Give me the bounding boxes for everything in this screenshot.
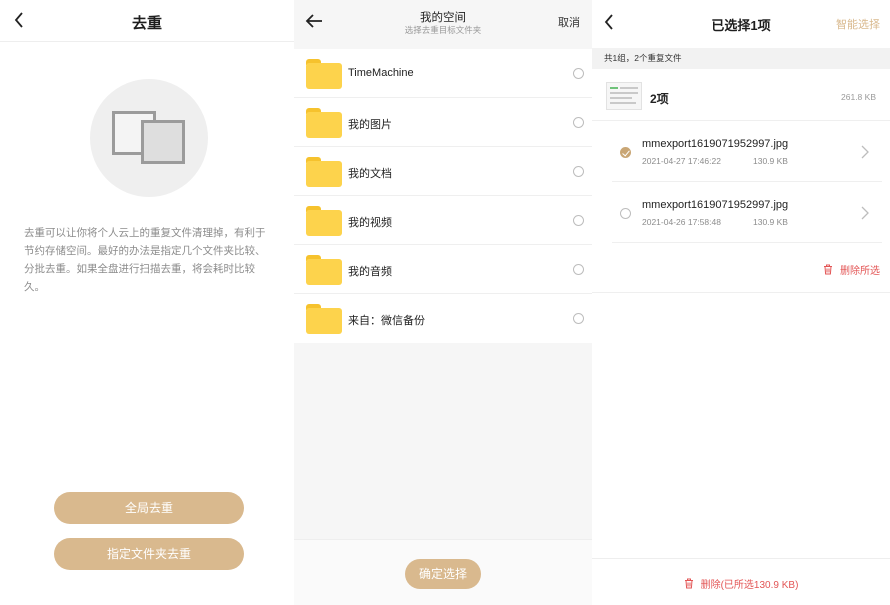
folder-list: TimeMachine 我的图片 我的文档 我的视频 我的音频 来自：微信备份 xyxy=(294,49,592,343)
folder-name: 我的图片 xyxy=(348,119,392,131)
folder-icon xyxy=(306,59,342,89)
folder-icon xyxy=(306,304,342,334)
folder-icon xyxy=(306,108,342,138)
cancel-button[interactable]: 取消 xyxy=(558,14,580,30)
global-dedup-button[interactable]: 全局去重 xyxy=(54,492,244,524)
folder-name: TimeMachine xyxy=(348,67,414,79)
delete-bottom-button[interactable]: 删除(已所选130.9 KB) xyxy=(592,576,890,591)
bottom-bar: 删除(已所选130.9 KB) xyxy=(592,558,890,605)
folder-row[interactable]: TimeMachine xyxy=(294,49,592,98)
confirm-selection-button[interactable]: 确定选择 xyxy=(405,559,481,589)
folder-name: 来自：微信备份 xyxy=(348,315,425,327)
group-size: 261.8 KB xyxy=(841,92,876,102)
delete-selected-label: 删除所选 xyxy=(840,266,880,277)
radio-button[interactable] xyxy=(573,313,584,324)
radio-button[interactable] xyxy=(573,215,584,226)
image-thumbnail xyxy=(606,82,642,110)
folder-row[interactable]: 我的音频 xyxy=(294,245,592,294)
folder-icon xyxy=(306,157,342,187)
duplicate-group-row[interactable]: 2项 261.8 KB xyxy=(592,71,890,121)
group-count: 2项 xyxy=(650,92,669,106)
file-size: 130.9 KB xyxy=(753,217,788,227)
file-name: mmexport1619071952997.jpg xyxy=(642,199,789,211)
delete-bottom-label: 删除(已所选130.9 KB) xyxy=(700,580,799,591)
file-date: 2021-04-27 17:46:22 xyxy=(642,156,721,166)
chevron-right-icon xyxy=(861,206,869,220)
file-size: 130.9 KB xyxy=(753,156,788,166)
checkbox-checked[interactable] xyxy=(620,147,631,158)
folder-row[interactable]: 我的文档 xyxy=(294,147,592,196)
duplicate-files-illustration xyxy=(90,79,208,197)
folder-icon xyxy=(306,206,342,236)
folder-name: 我的视频 xyxy=(348,217,392,229)
header: 我的空间 选择去重目标文件夹 取消 xyxy=(294,0,592,44)
radio-button[interactable] xyxy=(573,117,584,128)
folder-dedup-button[interactable]: 指定文件夹去重 xyxy=(54,538,244,570)
page-title: 去重 xyxy=(131,15,162,32)
folder-name: 我的文档 xyxy=(348,168,392,180)
folder-name: 我的音频 xyxy=(348,266,392,278)
bottom-bar: 确定选择 xyxy=(294,539,592,605)
radio-button[interactable] xyxy=(573,68,584,79)
duplicate-results-screen: 已选择1项 智能选择 共1组，2个重复文件 2项 261.8 KB mmexpo… xyxy=(592,0,890,605)
file-item[interactable]: mmexport1619071952997.jpg 2021-04-27 17:… xyxy=(612,122,882,182)
header: 去重 xyxy=(0,0,294,42)
group-summary: 共1组，2个重复文件 xyxy=(592,48,890,69)
folder-picker-screen: 我的空间 选择去重目标文件夹 取消 TimeMachine 我的图片 我的文档 xyxy=(294,0,592,605)
file-name: mmexport1619071952997.jpg xyxy=(642,138,789,150)
file-square-front xyxy=(141,120,185,164)
radio-button[interactable] xyxy=(573,264,584,275)
folder-row[interactable]: 我的图片 xyxy=(294,98,592,147)
page-title: 我的空间 xyxy=(420,12,466,24)
chevron-right-icon xyxy=(861,145,869,159)
page-subtitle: 选择去重目标文件夹 xyxy=(404,25,482,35)
file-date: 2021-04-26 17:58:48 xyxy=(642,217,721,227)
checkbox-unchecked[interactable] xyxy=(620,208,631,219)
folder-row[interactable]: 我的视频 xyxy=(294,196,592,245)
folder-row[interactable]: 来自：微信备份 xyxy=(294,294,592,343)
folder-icon xyxy=(306,255,342,285)
file-item[interactable]: mmexport1619071952997.jpg 2021-04-26 17:… xyxy=(612,183,882,243)
radio-button[interactable] xyxy=(573,166,584,177)
screens-container: 去重 去重可以让你将个人云上的重复文件清理掉，有利于节约存储空间。最好的办法是指… xyxy=(0,0,890,605)
smart-select-button[interactable]: 智能选择 xyxy=(836,16,880,32)
description-text: 去重可以让你将个人云上的重复文件清理掉，有利于节约存储空间。最好的办法是指定几个… xyxy=(24,227,266,293)
trash-icon xyxy=(824,264,832,275)
header: 已选择1项 智能选择 xyxy=(592,0,890,44)
dedup-intro-screen: 去重 去重可以让你将个人云上的重复文件清理掉，有利于节约存储空间。最好的办法是指… xyxy=(0,0,294,605)
trash-icon xyxy=(684,578,693,589)
divider xyxy=(592,292,890,293)
delete-selected-button[interactable]: 删除所选 xyxy=(823,262,880,277)
